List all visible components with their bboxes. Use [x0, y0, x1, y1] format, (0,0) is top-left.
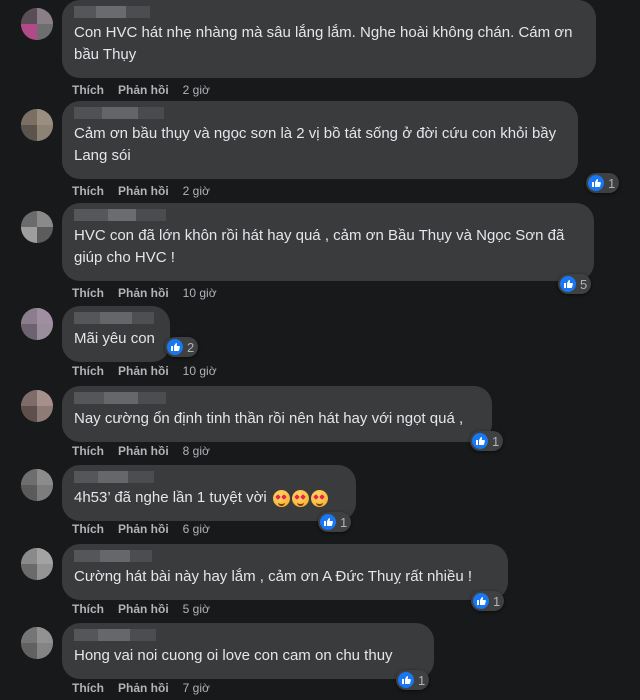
- author-name-blurred[interactable]: [74, 550, 152, 562]
- comment-time[interactable]: 5 giờ: [183, 601, 210, 617]
- reply-button[interactable]: Phản hồi: [118, 82, 169, 98]
- comment-time[interactable]: 7 giờ: [183, 680, 210, 696]
- reaction-summary[interactable]: 5: [558, 274, 592, 294]
- comment-text: Mãi yêu con: [74, 330, 155, 347]
- reaction-count: 2: [187, 339, 195, 355]
- like-icon: [320, 514, 336, 530]
- author-name-blurred[interactable]: [74, 629, 156, 641]
- smiling-face-with-hearts-icon: [310, 489, 328, 507]
- like-icon: [167, 339, 183, 355]
- like-button[interactable]: Thích: [72, 443, 104, 459]
- reply-button[interactable]: Phản hồi: [118, 363, 169, 379]
- smiling-face-with-hearts-icon: [291, 489, 309, 507]
- reaction-summary[interactable]: 1: [471, 591, 505, 611]
- avatar[interactable]: [21, 211, 53, 243]
- reaction-count: 5: [580, 276, 588, 292]
- comment-text-content: 4h53’ đã nghe lần 1 tuyệt vời: [74, 489, 267, 506]
- reply-button[interactable]: Phản hồi: [118, 680, 169, 696]
- comment-actions: Thích Phản hồi 7 giờ: [72, 680, 210, 696]
- avatar[interactable]: [21, 548, 53, 580]
- comment-time[interactable]: 10 giờ: [183, 285, 217, 301]
- author-name-blurred[interactable]: [74, 6, 150, 18]
- reply-button[interactable]: Phản hồi: [118, 183, 169, 199]
- comment-time[interactable]: 8 giờ: [183, 443, 210, 459]
- like-button[interactable]: Thích: [72, 601, 104, 617]
- reply-button[interactable]: Phản hồi: [118, 285, 169, 301]
- avatar[interactable]: [21, 390, 53, 422]
- reaction-count: 1: [418, 672, 426, 688]
- comment-text: Nay cường ổn định tinh thần rồi nên hát …: [74, 410, 464, 427]
- comment-bubble: HVC con đã lớn khôn rồi hát hay quá , cả…: [62, 203, 594, 281]
- reaction-summary[interactable]: 1: [318, 512, 352, 532]
- comment-bubble: Mãi yêu con: [62, 306, 170, 362]
- comment-time[interactable]: 2 giờ: [183, 183, 210, 199]
- comment-actions: Thích Phản hồi 2 giờ: [72, 183, 210, 199]
- comment-bubble: Nay cường ổn định tinh thần rồi nên hát …: [62, 386, 492, 442]
- comment-text: Hong vai noi cuong oi love con cam on ch…: [74, 647, 393, 664]
- author-name-blurred[interactable]: [74, 107, 164, 119]
- like-icon: [398, 672, 414, 688]
- author-name-blurred[interactable]: [74, 209, 166, 221]
- like-button[interactable]: Thích: [72, 680, 104, 696]
- reaction-count: 1: [340, 514, 348, 530]
- like-button[interactable]: Thích: [72, 183, 104, 199]
- avatar[interactable]: [21, 627, 53, 659]
- author-name-blurred[interactable]: [74, 312, 154, 324]
- comment-text: Cường hát bài này hay lắm , cảm ơn A Đức…: [74, 568, 473, 585]
- like-icon: [588, 175, 604, 191]
- comment-actions: Thích Phản hồi 6 giờ: [72, 521, 210, 537]
- reaction-count: 1: [492, 433, 500, 449]
- reaction-summary[interactable]: 1: [470, 431, 504, 451]
- like-icon: [560, 276, 576, 292]
- reply-button[interactable]: Phản hồi: [118, 443, 169, 459]
- reaction-count: 1: [608, 175, 616, 191]
- comment-bubble: Cảm ơn bầu thụy và ngọc sơn là 2 vị bồ t…: [62, 101, 578, 179]
- avatar[interactable]: [21, 469, 53, 501]
- reaction-count: 1: [493, 593, 501, 609]
- comments-list: Con HVC hát nhẹ nhàng mà sâu lắng lắm. N…: [0, 0, 640, 700]
- comment-actions: Thích Phản hồi 10 giờ: [72, 285, 217, 301]
- reaction-summary[interactable]: 2: [165, 337, 199, 357]
- like-icon: [472, 433, 488, 449]
- reply-button[interactable]: Phản hồi: [118, 601, 169, 617]
- comment-bubble: 4h53’ đã nghe lần 1 tuyệt vời: [62, 465, 356, 521]
- comment-actions: Thích Phản hồi 2 giờ: [72, 82, 210, 98]
- comment-text: Con HVC hát nhẹ nhàng mà sâu lắng lắm. N…: [74, 24, 573, 63]
- comment-text: Cảm ơn bầu thụy và ngọc sơn là 2 vị bồ t…: [74, 125, 557, 164]
- reaction-summary[interactable]: 1: [586, 173, 620, 193]
- emoji-group: [272, 489, 328, 507]
- comment-time[interactable]: 6 giờ: [183, 521, 210, 537]
- like-button[interactable]: Thích: [72, 521, 104, 537]
- comment-bubble: Hong vai noi cuong oi love con cam on ch…: [62, 623, 434, 679]
- comment-text: 4h53’ đã nghe lần 1 tuyệt vời: [74, 487, 344, 509]
- comment-bubble: Con HVC hát nhẹ nhàng mà sâu lắng lắm. N…: [62, 0, 596, 78]
- like-button[interactable]: Thích: [72, 285, 104, 301]
- reply-button[interactable]: Phản hồi: [118, 521, 169, 537]
- comment-text: HVC con đã lớn khôn rồi hát hay quá , cả…: [74, 227, 565, 266]
- comment-actions: Thích Phản hồi 8 giờ: [72, 443, 210, 459]
- avatar[interactable]: [21, 308, 53, 340]
- comment-time[interactable]: 10 giờ: [183, 363, 217, 379]
- like-icon: [473, 593, 489, 609]
- like-button[interactable]: Thích: [72, 82, 104, 98]
- avatar[interactable]: [21, 8, 53, 40]
- comment-bubble: Cường hát bài này hay lắm , cảm ơn A Đức…: [62, 544, 508, 600]
- comment-actions: Thích Phản hồi 5 giờ: [72, 601, 210, 617]
- avatar[interactable]: [21, 109, 53, 141]
- comment-actions: Thích Phản hồi 10 giờ: [72, 363, 217, 379]
- comment-time[interactable]: 2 giờ: [183, 82, 210, 98]
- author-name-blurred[interactable]: [74, 471, 154, 483]
- smiling-face-with-hearts-icon: [272, 489, 290, 507]
- like-button[interactable]: Thích: [72, 363, 104, 379]
- reaction-summary[interactable]: 1: [396, 670, 430, 690]
- author-name-blurred[interactable]: [74, 392, 166, 404]
